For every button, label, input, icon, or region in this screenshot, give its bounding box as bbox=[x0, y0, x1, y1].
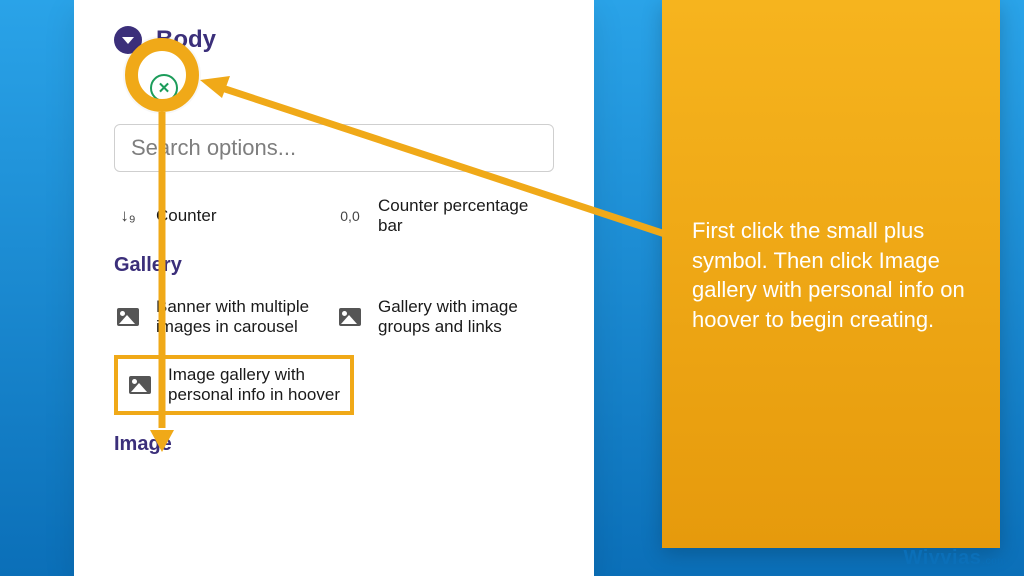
instruction-box: First click the small plus symbol. Then … bbox=[662, 0, 1000, 548]
watermark-brand: Wivvias bbox=[904, 547, 982, 569]
close-icon[interactable]: ✕ bbox=[150, 74, 178, 102]
body-header[interactable]: Body bbox=[114, 26, 576, 54]
options-panel: Body ✕ ↓₉ Counter 0,0 Counter percentage… bbox=[74, 0, 594, 576]
option-counter-percentage[interactable]: Counter percentage bar bbox=[378, 196, 548, 236]
image-icon bbox=[114, 308, 142, 326]
watermark: Wivvias.com bbox=[904, 547, 1006, 570]
options-list[interactable]: ↓₉ Counter 0,0 Counter percentage bar Ga… bbox=[114, 196, 558, 556]
option-counter[interactable]: Counter bbox=[156, 206, 326, 226]
sort-icon: ↓₉ bbox=[114, 206, 142, 226]
option-gallery-groups[interactable]: Gallery with image groups and links bbox=[378, 297, 548, 337]
option-image-gallery-hover: Image gallery with personal info in hoov… bbox=[168, 365, 342, 405]
highlighted-option[interactable]: Image gallery with personal info in hoov… bbox=[114, 355, 354, 415]
list-row: ↓₉ Counter 0,0 Counter percentage bar bbox=[114, 196, 548, 236]
percentage-icon: 0,0 bbox=[336, 208, 364, 224]
section-heading-gallery: Gallery bbox=[114, 254, 548, 277]
image-icon bbox=[126, 376, 154, 394]
close-row: ✕ bbox=[150, 74, 576, 102]
section-heading-image: Image bbox=[114, 433, 548, 456]
watermark-tld: .com bbox=[982, 556, 1006, 567]
image-icon bbox=[336, 308, 364, 326]
search-wrapper bbox=[114, 124, 554, 172]
instruction-text: First click the small plus symbol. Then … bbox=[692, 216, 972, 335]
body-title: Body bbox=[156, 26, 216, 54]
chevron-down-icon[interactable] bbox=[114, 26, 142, 54]
option-banner-carousel[interactable]: Banner with multiple images in carousel bbox=[156, 297, 326, 337]
list-row: Banner with multiple images in carousel … bbox=[114, 297, 548, 337]
search-input[interactable] bbox=[114, 124, 554, 172]
